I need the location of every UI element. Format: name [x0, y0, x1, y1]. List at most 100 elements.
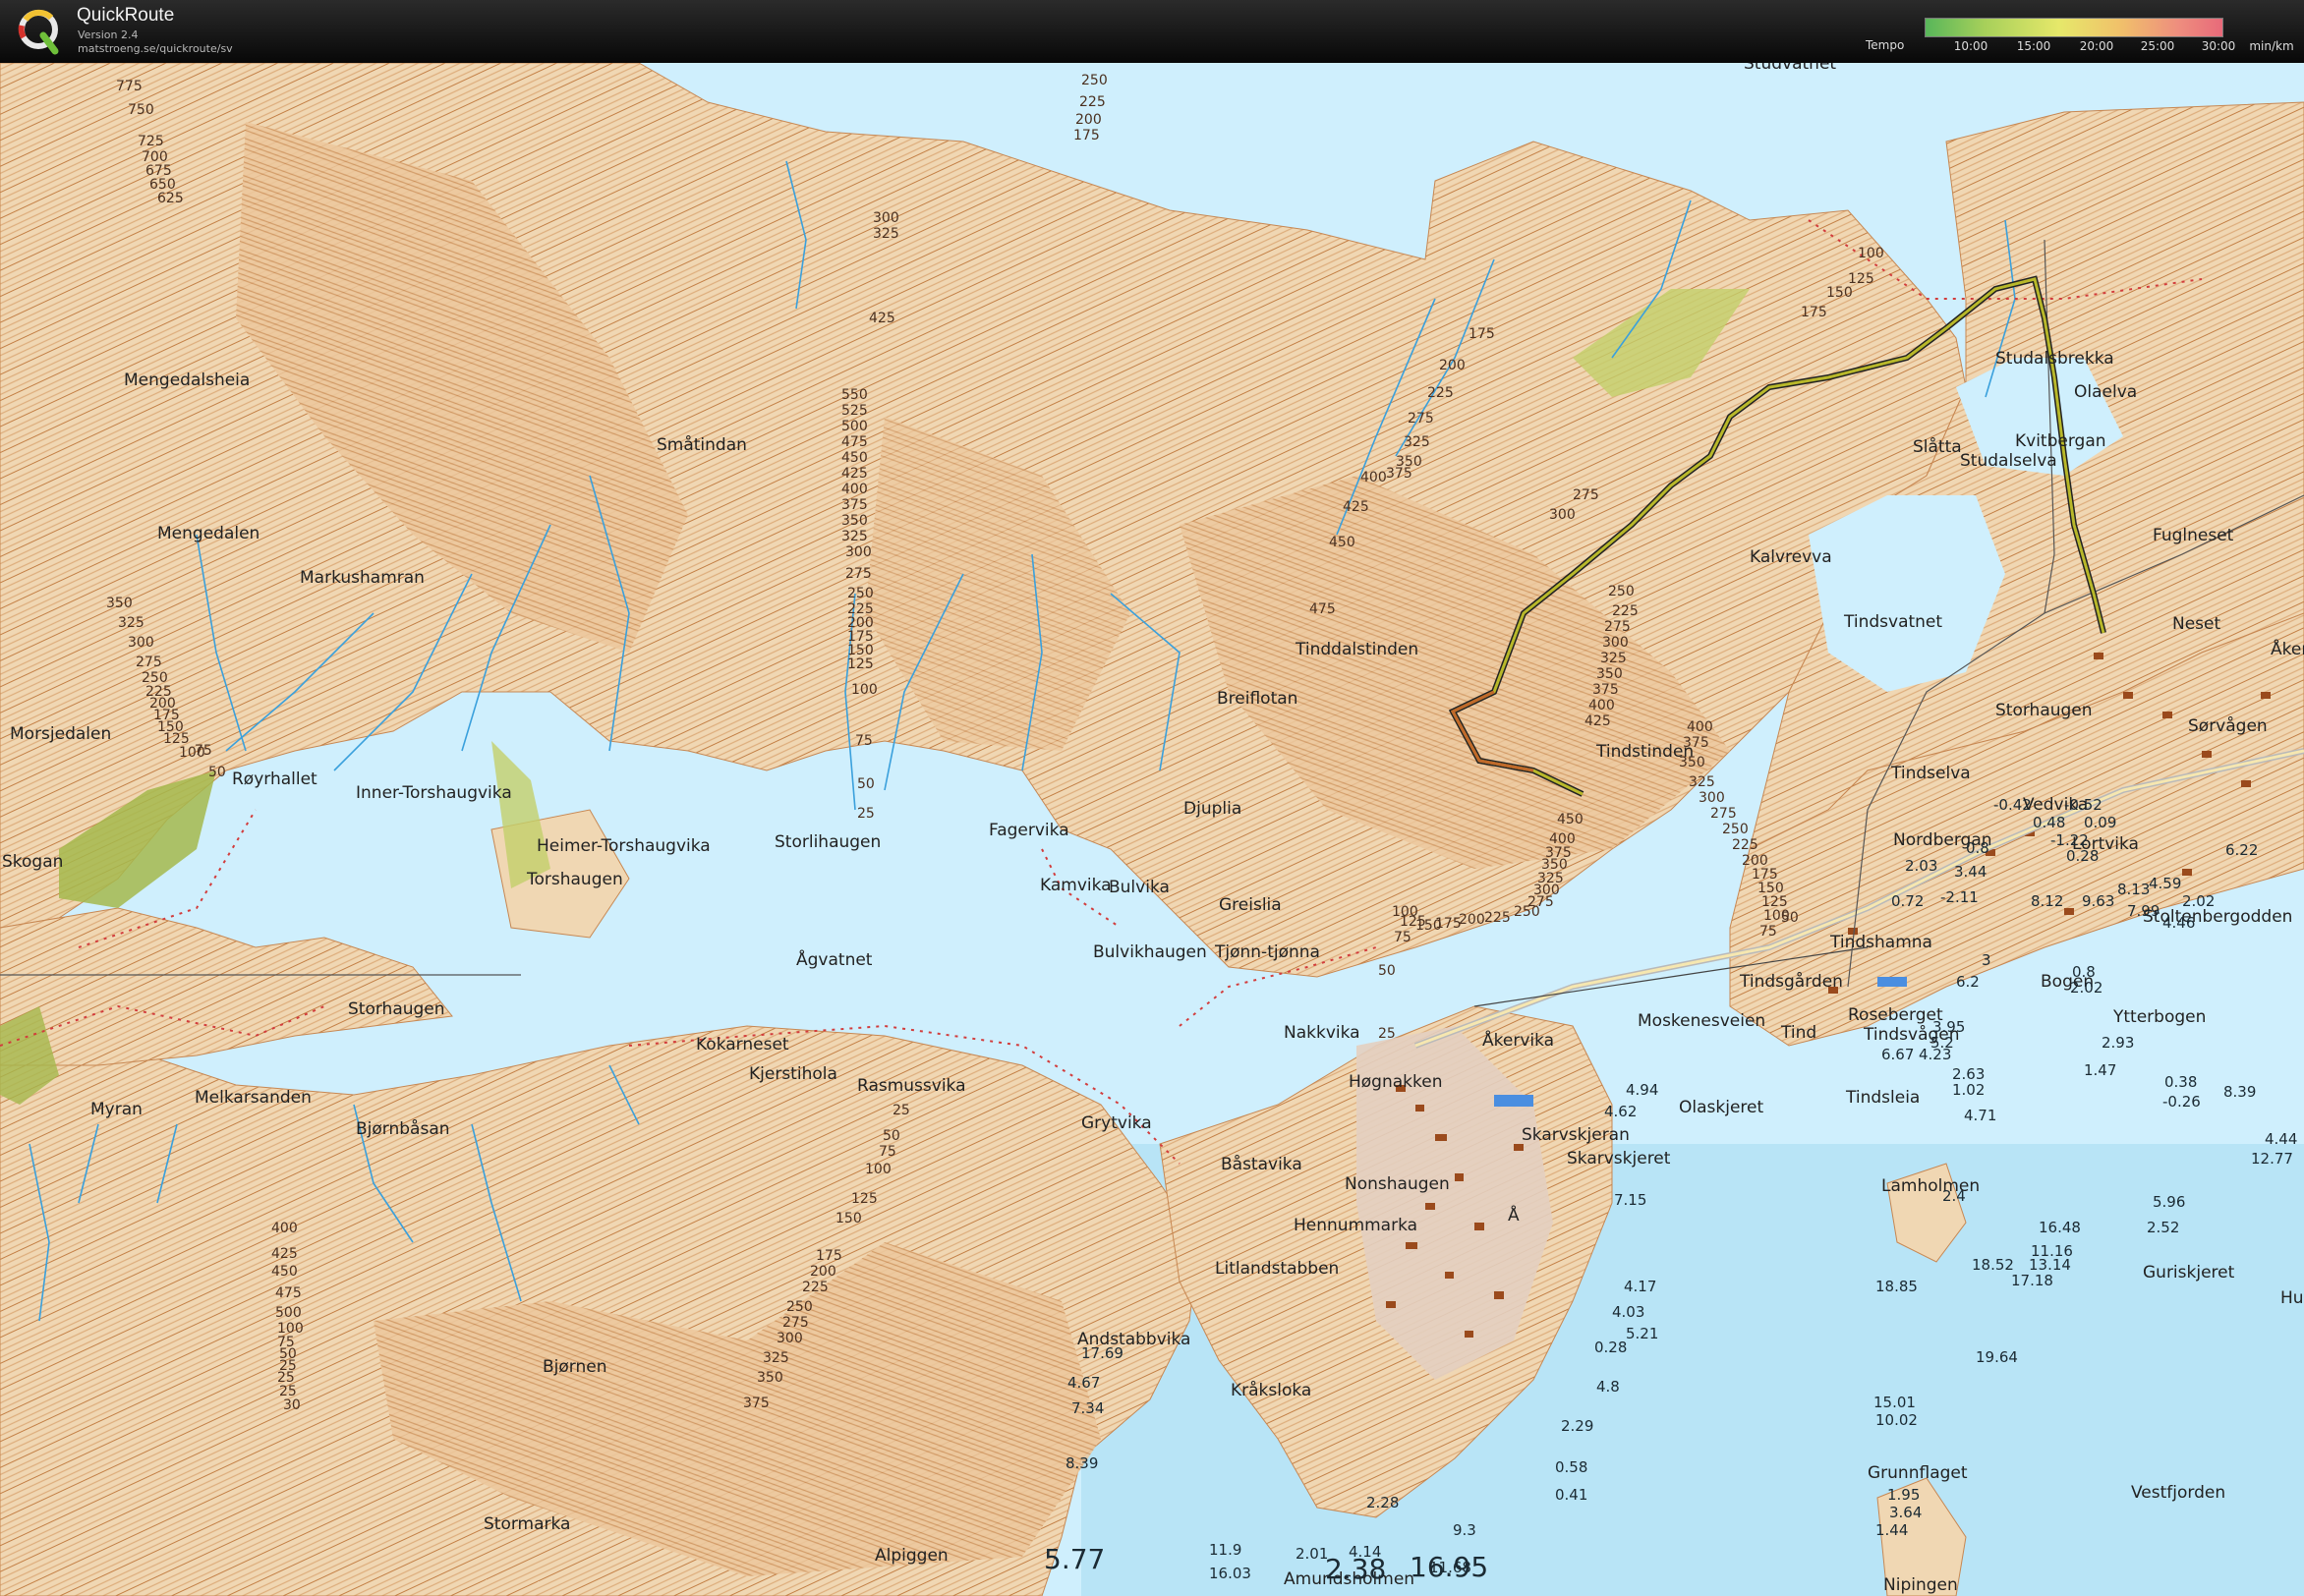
- depth-label: -0.42: [1993, 796, 2032, 814]
- place-label: Tinddalstinden: [1295, 640, 1418, 659]
- depth-label: -0.52: [2064, 796, 2102, 814]
- app-title: QuickRoute: [77, 5, 175, 26]
- place-label: Olaelva: [2074, 382, 2137, 402]
- contour-label: 325: [1404, 434, 1430, 450]
- contour-label: 325: [763, 1350, 789, 1366]
- contour-label: 375: [841, 497, 868, 513]
- depth-label: 2.02: [2182, 892, 2215, 910]
- orienteering-map[interactable]: Mengedalsheia Mengedalen Markushamran Sm…: [0, 63, 2304, 1596]
- place-label: Studalsbrekka: [1995, 349, 2114, 369]
- depth-label: 15.01: [1873, 1394, 1916, 1411]
- depth-label: 11.9: [1209, 1541, 1241, 1559]
- depth-label: 2.01: [1296, 1545, 1328, 1563]
- contour-label: 225: [802, 1280, 829, 1295]
- contour-label: 425: [1584, 713, 1611, 729]
- title-bar: QuickRoute Version 2.4 matstroeng.se/qui…: [0, 0, 2304, 63]
- place-label: Tindsleia: [1845, 1088, 1920, 1108]
- contour-label: 425: [841, 466, 868, 482]
- contour-label: 225: [1427, 385, 1454, 401]
- place-label: Åkervika: [1482, 1029, 1554, 1051]
- depth-label: 18.85: [1875, 1278, 1918, 1295]
- contour-label: 200: [810, 1264, 836, 1280]
- depth-label: 3: [1982, 951, 1991, 969]
- contour-label: 250: [847, 586, 874, 601]
- depth-label: -2.11: [1940, 888, 1979, 906]
- map-canvas[interactable]: Mengedalsheia Mengedalen Markushamran Sm…: [0, 63, 2304, 1596]
- contour-label: 275: [1604, 619, 1631, 635]
- tempo-tick: 30:00: [2201, 39, 2236, 53]
- contour-label: 325: [1600, 651, 1627, 666]
- place-label: Kamvika: [1040, 876, 1112, 895]
- place-label: Breiflotan: [1217, 689, 1297, 709]
- place-label: Skarvskjeret: [1567, 1149, 1671, 1168]
- contour-label: 300: [1602, 635, 1629, 651]
- depth-label: 1.95: [1887, 1486, 1920, 1504]
- place-label: Kvitbergan: [2015, 431, 2106, 451]
- contour-label: 525: [841, 403, 868, 419]
- depth-label: 2.02: [2070, 979, 2102, 997]
- place-label: Sørvågen: [2188, 715, 2268, 736]
- place-label: Nipingen: [1883, 1575, 1958, 1595]
- place-label: Å: [1508, 1204, 1520, 1226]
- place-label: Heimer-Torshaugvika: [537, 836, 711, 856]
- depth-label: 6.67: [1881, 1046, 1914, 1063]
- contour-label: 250: [1722, 822, 1749, 837]
- place-label: Litlandstabben: [1215, 1259, 1339, 1279]
- contour-label: 625: [157, 191, 184, 206]
- contour-label: 775: [116, 79, 143, 94]
- depth-label: 0.72: [1891, 892, 1924, 910]
- contour-label: 475: [1309, 601, 1336, 617]
- depth-label: 7.99: [2127, 902, 2160, 920]
- contour-label: 175: [1801, 305, 1827, 320]
- depth-label: 4.62: [1604, 1103, 1637, 1120]
- contour-label: 50: [1378, 963, 1396, 979]
- place-label: Markushamran: [300, 568, 425, 588]
- depth-label: 10.02: [1875, 1411, 1918, 1429]
- depth-label: 0.09: [2084, 814, 2116, 831]
- contour-label: 300: [777, 1331, 803, 1346]
- tempo-color-scale: [1925, 18, 2223, 37]
- depth-label: 8.39: [1066, 1454, 1098, 1472]
- contour-label: 30: [283, 1397, 301, 1413]
- depth-label: 2.4: [1942, 1187, 1966, 1205]
- place-label: Storlihaugen: [775, 832, 881, 852]
- place-label: Tindshamna: [1829, 933, 1932, 952]
- app-version: Version 2.4: [78, 28, 139, 41]
- contour-label: 300: [1699, 790, 1725, 806]
- contour-label: 475: [841, 434, 868, 450]
- place-label: Torshaugen: [526, 870, 623, 889]
- contour-label: 350: [841, 513, 868, 529]
- depth-label: 16.03: [1209, 1565, 1251, 1582]
- place-label: Alpiggen: [875, 1546, 949, 1566]
- contour-label: 275: [782, 1315, 809, 1331]
- depth-label: 19.64: [1976, 1348, 2018, 1366]
- depth-label: 4.71: [1964, 1107, 1996, 1124]
- contour-label: 75: [1759, 924, 1777, 940]
- tempo-tick: 25:00: [2140, 39, 2175, 53]
- place-label: Moskenesveien: [1638, 1011, 1765, 1031]
- contour-label: 275: [1408, 411, 1434, 427]
- contour-label: 225: [1079, 94, 1106, 110]
- depth-label: 2.52: [2147, 1219, 2179, 1236]
- depth-label: 7.34: [1071, 1399, 1104, 1417]
- contour-label: 325: [118, 615, 144, 631]
- depth-label: 5.96: [2153, 1193, 2185, 1211]
- contour-label: 400: [1588, 698, 1615, 713]
- blue-structure: [1877, 977, 1907, 987]
- place-label: Neset: [2172, 614, 2220, 634]
- depth-label: 4.59: [2149, 875, 2181, 892]
- place-label: Småtindan: [657, 434, 747, 455]
- contour-label: 250: [1081, 73, 1108, 88]
- contour-label: 400: [1360, 470, 1387, 485]
- depth-label: 9.3: [1453, 1521, 1476, 1539]
- place-label: Myran: [90, 1100, 143, 1119]
- contour-label: 275: [845, 566, 872, 582]
- depth-label: 3.44: [1954, 863, 1987, 881]
- place-label: Nakkvika: [1284, 1023, 1360, 1043]
- place-label: Inner-Torshaugvika: [356, 783, 512, 803]
- contour-label: 375: [1683, 735, 1709, 751]
- depth-label: 0.38: [2164, 1073, 2197, 1091]
- tempo-tick: 15:00: [2016, 39, 2051, 53]
- contour-label: 275: [1573, 487, 1599, 503]
- depth-label: 9.63: [2082, 892, 2114, 910]
